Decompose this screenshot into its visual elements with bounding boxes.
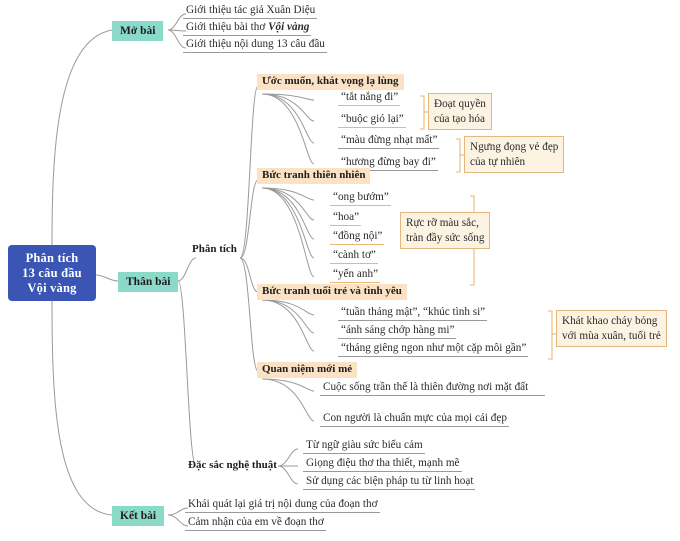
leaf-dac-sac-1[interactable]: Từ ngữ giàu sức biểu cảm <box>303 438 425 454</box>
leaf-text: “hoa” <box>333 211 360 223</box>
leaf-text: “buộc gió lại” <box>341 113 404 125</box>
leaf-ket-bai-1[interactable]: Khái quát lại giá trị nội dung của đoạn … <box>185 497 380 513</box>
leaf-text: “ánh sáng chớp hàng mi” <box>341 324 455 336</box>
leaf-tuoi-tre-3[interactable]: “tháng giêng ngon như một cặp môi gần” <box>338 341 529 357</box>
leaf-thien-nhien-2[interactable]: “hoa” <box>330 210 362 226</box>
leaf-mo-bai-3[interactable]: Giới thiệu nội dung 13 câu đầu <box>183 37 327 53</box>
leaf-text: “hương đừng bay đi” <box>341 156 436 168</box>
root-line-3: Vội vàng <box>27 281 77 295</box>
leaf-text: Cảm nhận của em về đoạn thơ <box>188 516 324 528</box>
leaf-thien-nhien-3[interactable]: “đồng nội” <box>330 229 385 245</box>
callout-line-1: Khát khao cháy bỏng <box>562 315 658 327</box>
leaf-text: “tháng giêng ngon như một cặp môi gần” <box>341 342 527 354</box>
callout-ruc-ro: Rực rỡ màu sắc, tràn đầy sức sống <box>400 212 491 249</box>
callout-line-2: của tạo hóa <box>434 112 485 125</box>
leaf-text: “màu đừng nhạt mất” <box>341 134 438 146</box>
mindmap-canvas: Phân tích 13 câu đầu Vội vàng Mở bài Giớ… <box>0 0 680 541</box>
leaf-uoc-muon-1[interactable]: “tắt nắng đi” <box>338 90 401 106</box>
callout-khat-khao: Khát khao cháy bỏng với mùa xuân, tuổi t… <box>556 310 667 347</box>
leaf-dac-sac-2[interactable]: Giọng điệu thơ tha thiết, mạnh mẽ <box>303 456 462 472</box>
leaf-text: “tuần tháng mật”, “khúc tình si” <box>341 306 486 318</box>
leaf-thien-nhien-4[interactable]: “cành tơ” <box>330 248 378 264</box>
branch-ket-bai[interactable]: Kết bài <box>112 506 165 526</box>
leaf-tuoi-tre-1[interactable]: “tuần tháng mật”, “khúc tình si” <box>338 305 488 321</box>
subbranch-phan-tich-label: Phân tích <box>192 243 237 255</box>
branch-mo-bai[interactable]: Mở bài <box>112 21 164 41</box>
section-header-thien-nhien[interactable]: Bức tranh thiên nhiên <box>257 168 371 184</box>
leaf-text: Giọng điệu thơ tha thiết, mạnh mẽ <box>306 457 460 469</box>
leaf-text: Giới thiệu nội dung 13 câu đầu <box>186 38 325 50</box>
leaf-ket-bai-2[interactable]: Cảm nhận của em về đoạn thơ <box>185 515 326 531</box>
subbranch-dac-sac[interactable]: Đặc sắc nghệ thuật <box>188 459 277 472</box>
leaf-text: “ong bướm” <box>333 191 389 203</box>
leaf-dac-sac-3[interactable]: Sử dụng các biện pháp tu từ linh hoạt <box>303 474 476 490</box>
callout-line-2: với mùa xuân, tuổi trẻ <box>562 329 661 342</box>
branch-than-bai[interactable]: Thân bài <box>118 272 179 292</box>
subbranch-dac-sac-label: Đặc sắc nghệ thuật <box>188 459 277 471</box>
section-header-label: Ước muốn, khát vọng lạ lùng <box>262 75 399 87</box>
leaf-text: Giới thiệu tác giả Xuân Diệu <box>186 4 316 16</box>
subbranch-phan-tich[interactable]: Phân tích <box>192 243 237 256</box>
leaf-mo-bai-2[interactable]: Giới thiệu bài thơ Vội vàng <box>183 20 312 36</box>
leaf-quan-niem-2[interactable]: Con người là chuẩn mực của mọi cái đẹp <box>320 411 509 427</box>
branch-mo-bai-label: Mở bài <box>120 25 156 37</box>
callout-line-1: Ngưng đọng vẻ đẹp <box>470 141 559 153</box>
leaf-thien-nhien-5[interactable]: “yến anh” <box>330 267 381 283</box>
leaf-text: “cành tơ” <box>333 249 376 261</box>
leaf-tuoi-tre-2[interactable]: “ánh sáng chớp hàng mi” <box>338 323 457 339</box>
branch-than-bai-label: Thân bài <box>126 276 171 288</box>
root-line-2: 13 câu đầu <box>22 266 82 280</box>
leaf-text: Con người là chuẩn mực của mọi cái đẹp <box>323 412 507 424</box>
leaf-text: Giới thiệu bài thơ <box>186 21 269 33</box>
leaf-uoc-muon-3[interactable]: “màu đừng nhạt mất” <box>338 133 440 149</box>
leaf-emphasis: Vội vàng <box>268 21 310 33</box>
leaf-thien-nhien-1[interactable]: “ong bướm” <box>330 190 391 206</box>
leaf-text: “tắt nắng đi” <box>341 91 399 103</box>
callout-line-2: tràn đầy sức sống <box>406 231 485 244</box>
leaf-text: Cuộc sống trần thế là thiên đường nơi mặ… <box>323 381 529 393</box>
callout-doat-quyen: Đoạt quyền của tạo hóa <box>428 93 492 130</box>
section-header-label: Bức tranh thiên nhiên <box>262 169 366 181</box>
leaf-text: Từ ngữ giàu sức biểu cảm <box>306 439 423 451</box>
callout-ngung-dong: Ngưng đọng vẻ đẹp của tự nhiên <box>464 136 565 173</box>
section-header-uoc-muon[interactable]: Ước muốn, khát vọng lạ lùng <box>257 74 404 90</box>
leaf-text: “đồng nội” <box>333 230 383 242</box>
leaf-mo-bai-1[interactable]: Giới thiệu tác giả Xuân Diệu <box>183 3 318 19</box>
root-node[interactable]: Phân tích 13 câu đầu Vội vàng <box>8 245 96 301</box>
leaf-text: “yến anh” <box>333 268 379 280</box>
root-line-1: Phân tích <box>25 251 79 265</box>
leaf-text: Khái quát lại giá trị nội dung của đoạn … <box>188 498 378 510</box>
section-header-tuoi-tre[interactable]: Bức tranh tuổi trẻ và tình yêu <box>257 284 407 300</box>
leaf-uoc-muon-2[interactable]: “buộc gió lại” <box>338 112 406 128</box>
callout-line-1: Rực rỡ màu sắc, <box>406 217 479 229</box>
section-header-label: Bức tranh tuổi trẻ và tình yêu <box>262 285 402 297</box>
branch-ket-bai-label: Kết bài <box>120 510 157 522</box>
leaf-quan-niem-1[interactable]: Cuộc sống trần thế là thiên đường nơi mặ… <box>320 380 545 396</box>
section-header-label: Quan niệm mới mẻ <box>262 363 353 375</box>
callout-line-2: của tự nhiên <box>470 155 526 168</box>
section-header-quan-niem[interactable]: Quan niệm mới mẻ <box>257 362 358 378</box>
callout-line-1: Đoạt quyền <box>434 98 486 110</box>
leaf-text: Sử dụng các biện pháp tu từ linh hoạt <box>306 475 474 487</box>
